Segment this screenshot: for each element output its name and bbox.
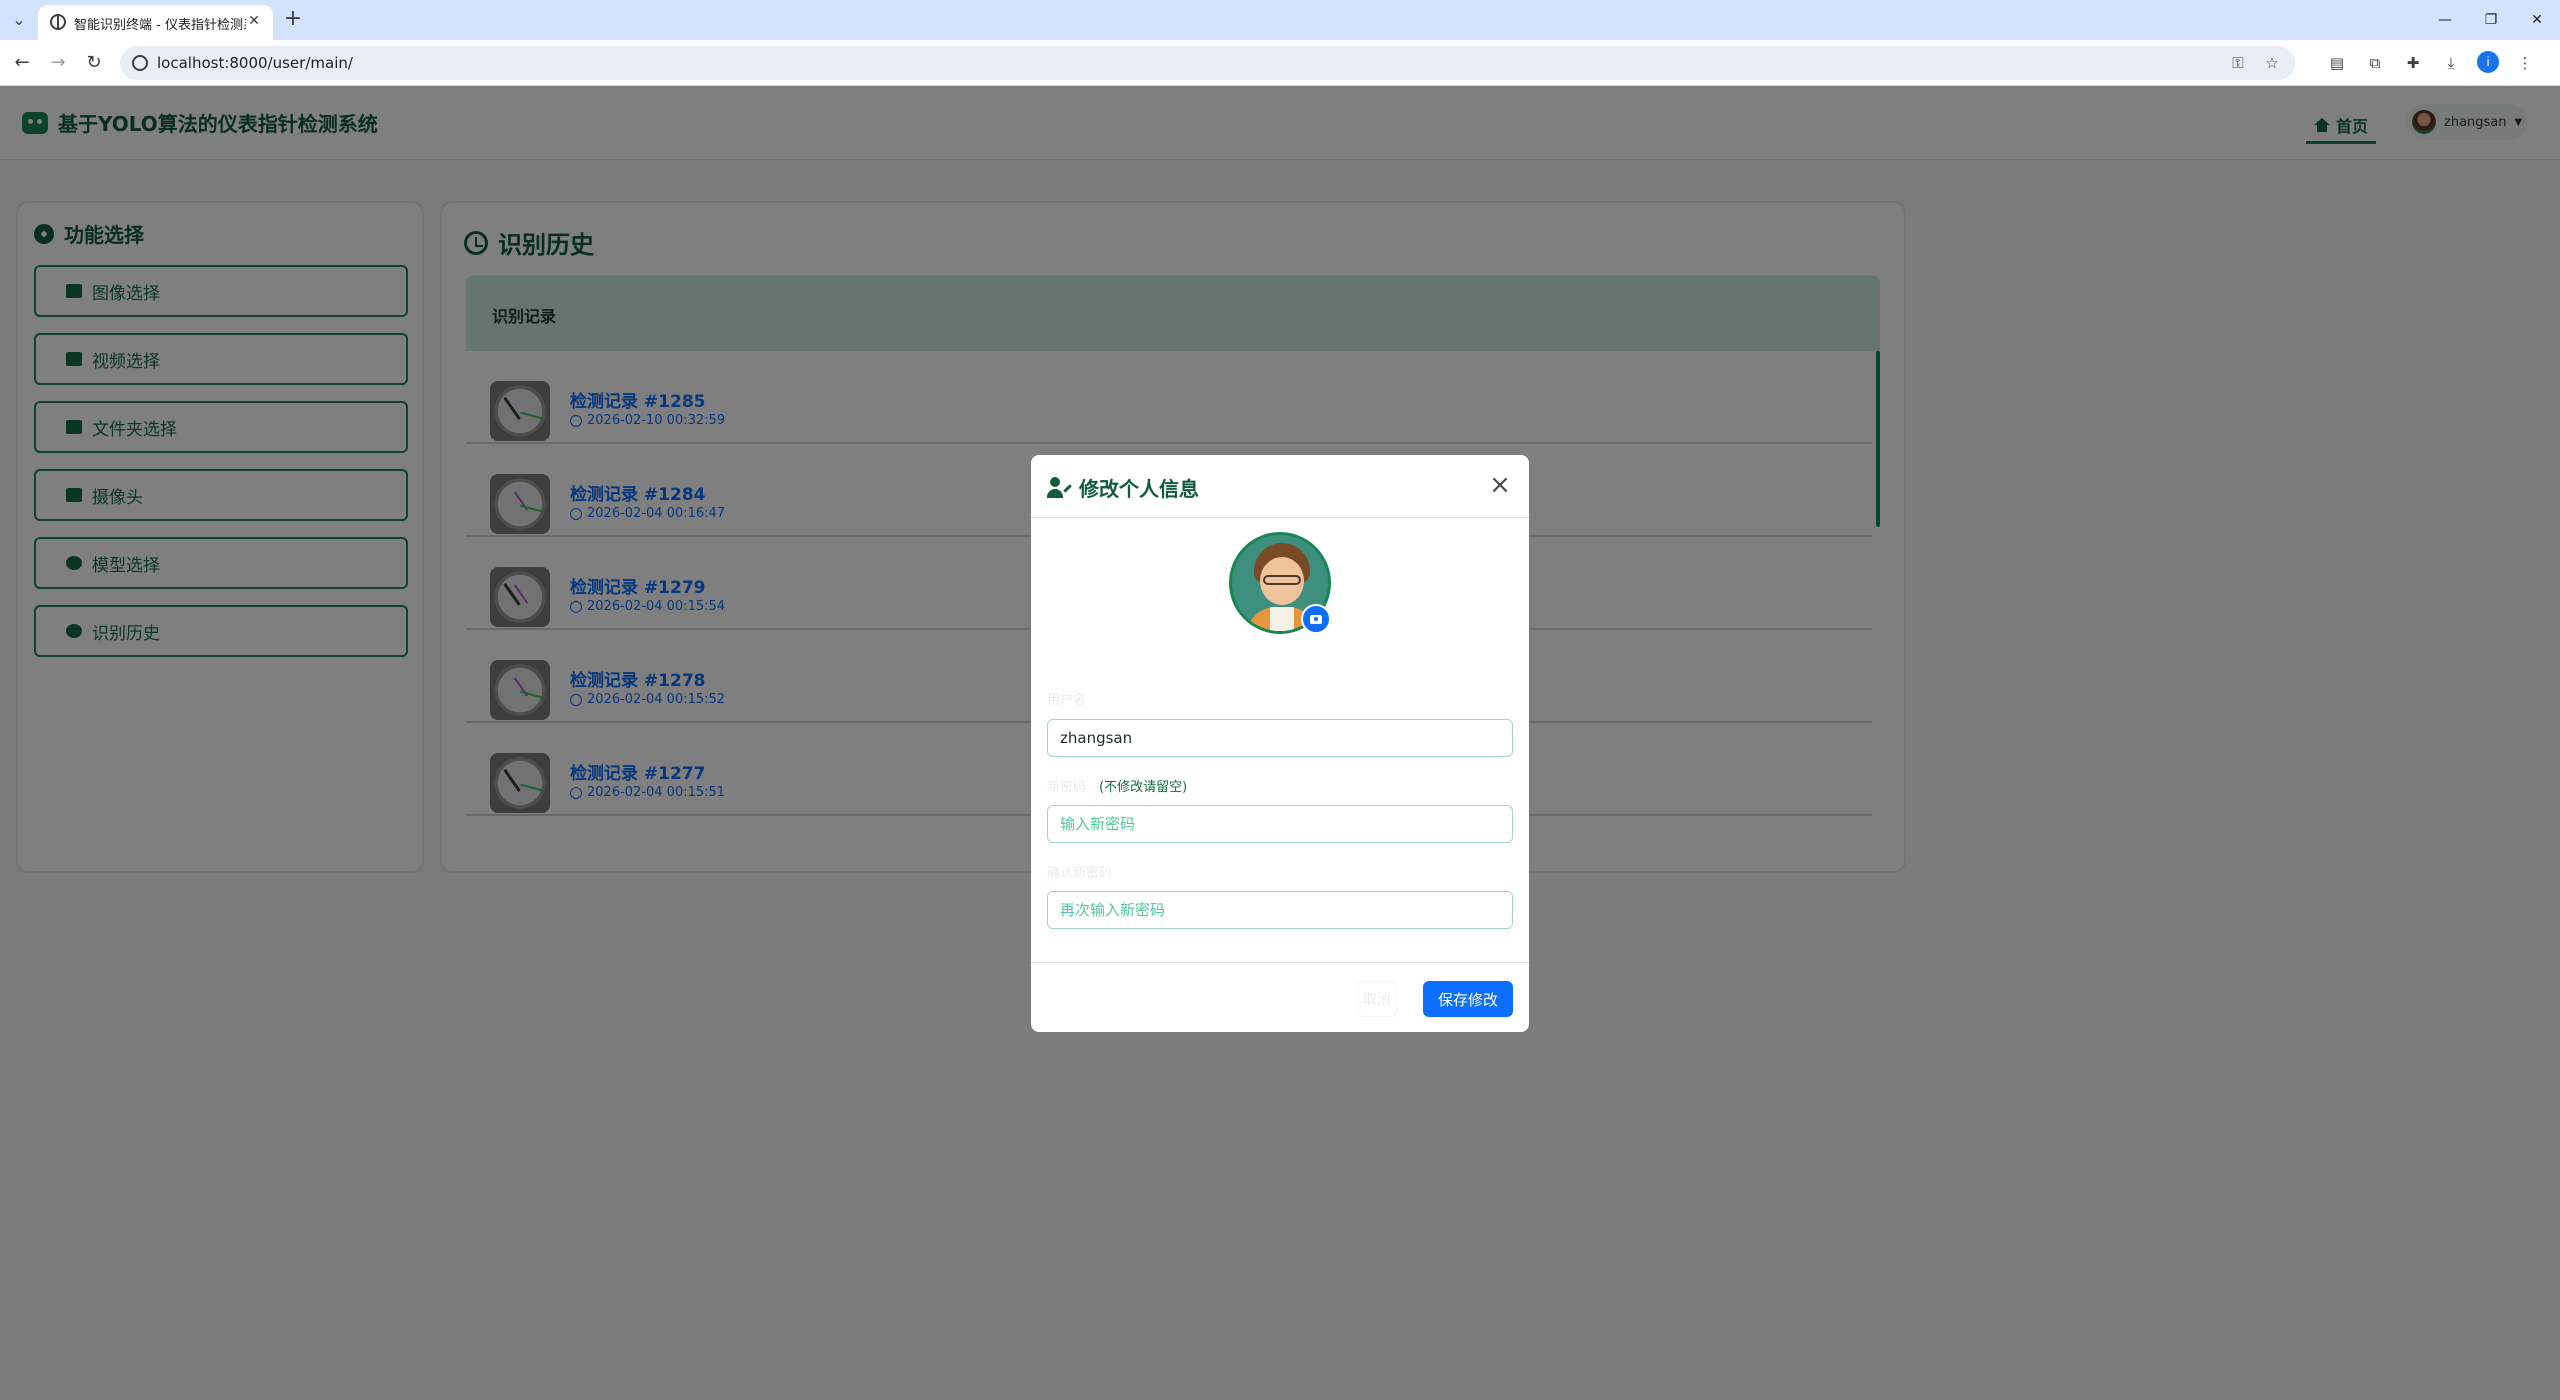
- puzzle-extensions-icon[interactable]: ✚: [2401, 51, 2425, 75]
- restore-button[interactable]: ❐: [2468, 0, 2514, 40]
- window-controls: — ❐ ✕: [2422, 0, 2560, 40]
- browser-menu-icon[interactable]: ⋮: [2513, 51, 2537, 75]
- profile-icon[interactable]: i: [2477, 51, 2499, 73]
- favicon-icon: [50, 14, 66, 30]
- modal-title: 修改个人信息: [1047, 473, 1199, 502]
- forward-icon[interactable]: →: [46, 51, 70, 75]
- bookmark-star-icon[interactable]: ☆: [2261, 52, 2283, 74]
- extension-icon[interactable]: ▤: [2325, 51, 2349, 75]
- modal-header: 修改个人信息 ×: [1031, 455, 1529, 518]
- reload-icon[interactable]: ↻: [82, 51, 106, 75]
- tab-search-icon[interactable]: ⌄: [8, 9, 30, 31]
- translate-icon[interactable]: ⧉: [2363, 51, 2387, 75]
- password-hint: (不修改请留空): [1099, 780, 1188, 795]
- tab-title: 智能识别终端 - 仪表指针检测系统: [74, 18, 246, 33]
- modal-footer: 取消 保存修改: [1031, 962, 1529, 1032]
- address-bar[interactable]: localhost:8000/user/main/ ⚿ ☆: [120, 46, 2295, 80]
- url-text[interactable]: localhost:8000/user/main/: [157, 54, 353, 72]
- edit-profile-modal: 修改个人信息 × 用户名 新密码 (不修改请留空) 确认新密码 取消 保存修改: [1031, 455, 1529, 1032]
- avatar-upload[interactable]: [1229, 532, 1331, 634]
- username-input[interactable]: [1047, 719, 1513, 757]
- password-label: 新密码: [1047, 780, 1087, 795]
- confirm-password-label: 确认新密码: [1047, 866, 1113, 881]
- camera-upload-icon[interactable]: [1301, 604, 1331, 634]
- confirm-password-input[interactable]: [1047, 891, 1513, 929]
- back-icon[interactable]: ←: [10, 51, 34, 75]
- username-label: 用户名: [1047, 693, 1087, 708]
- tab-close-icon[interactable]: ✕: [245, 12, 263, 30]
- browser-toolbar: ← → ↻ localhost:8000/user/main/ ⚿ ☆ ▤ ⧉ …: [0, 40, 2560, 86]
- cancel-button[interactable]: 取消: [1357, 981, 1397, 1017]
- new-tab-button[interactable]: +: [281, 8, 305, 32]
- download-icon[interactable]: ⤓: [2439, 51, 2463, 75]
- close-icon[interactable]: ×: [1487, 472, 1513, 499]
- password-key-icon[interactable]: ⚿: [2227, 52, 2249, 74]
- browser-tab[interactable]: 智能识别终端 - 仪表指针检测系统 ✕: [38, 5, 273, 40]
- close-window-button[interactable]: ✕: [2514, 0, 2560, 40]
- new-password-input[interactable]: [1047, 805, 1513, 843]
- minimize-button[interactable]: —: [2422, 0, 2468, 40]
- save-button[interactable]: 保存修改: [1423, 981, 1513, 1017]
- browser-tab-bar: ⌄ 智能识别终端 - 仪表指针检测系统 ✕ + — ❐ ✕: [0, 0, 2560, 40]
- modal-title-text: 修改个人信息: [1079, 477, 1199, 501]
- site-info-icon[interactable]: [132, 55, 148, 71]
- user-edit-icon: [1047, 476, 1072, 499]
